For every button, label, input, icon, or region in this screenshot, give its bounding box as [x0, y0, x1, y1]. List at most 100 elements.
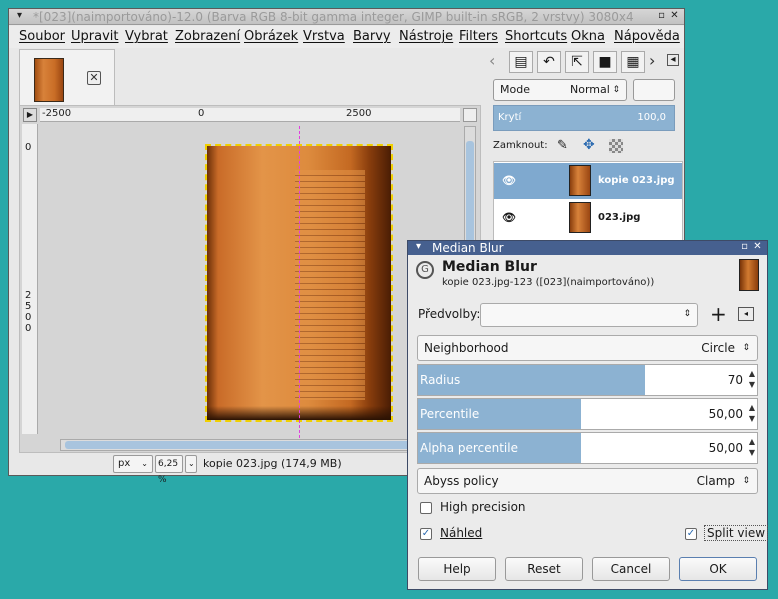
- dock-menu-icon[interactable]: ◂: [667, 54, 679, 66]
- unit-value: px: [118, 458, 131, 469]
- radius-value[interactable]: 70: [728, 373, 743, 387]
- percentile-spinscale[interactable]: Percentile 50,00 ▲ ▼: [417, 398, 758, 430]
- menu-vybrat[interactable]: Vybrat: [125, 29, 168, 44]
- lock-pixels-icon[interactable]: ✎: [557, 138, 568, 153]
- menu-barvy[interactable]: Barvy: [353, 29, 391, 44]
- percentile-label: Percentile: [420, 407, 480, 421]
- neighborhood-value: Circle: [701, 341, 735, 355]
- preset-menu-icon[interactable]: ◂: [738, 307, 754, 321]
- mode-label: Mode: [500, 83, 530, 96]
- chevron-updown-icon: ⇕: [612, 85, 620, 95]
- alpha-percentile-value[interactable]: 50,00: [709, 441, 743, 455]
- checkbox-box[interactable]: ✓: [420, 528, 432, 540]
- spin-arrows-icon[interactable]: ▲ ▼: [749, 436, 755, 458]
- chevron-left-icon[interactable]: ‹: [489, 51, 495, 70]
- layer-thumbnail: [569, 202, 591, 233]
- checkbox-box[interactable]: [420, 502, 432, 514]
- eye-icon[interactable]: 👁: [502, 174, 516, 187]
- image-tab-thumbnail: [34, 58, 64, 102]
- reset-button[interactable]: Reset: [505, 557, 583, 581]
- close-tab-icon[interactable]: ✕: [87, 71, 101, 85]
- menu-upravit[interactable]: Upravit: [71, 29, 118, 44]
- alpha-percentile-spinscale[interactable]: Alpha percentile 50,00 ▲ ▼: [417, 432, 758, 464]
- composite-mode-select[interactable]: [633, 79, 675, 101]
- cancel-button[interactable]: Cancel: [592, 557, 670, 581]
- navigate-icon[interactable]: ▶: [23, 108, 37, 122]
- lock-alpha-icon[interactable]: [609, 139, 623, 153]
- menubar: Soubor Upravit Vybrat Zobrazení Obrázek …: [9, 26, 684, 48]
- add-preset-icon[interactable]: +: [710, 302, 727, 326]
- opacity-label: Krytí: [498, 112, 522, 123]
- spin-arrows-icon[interactable]: ▲ ▼: [749, 368, 755, 390]
- tab-layers[interactable]: ▤: [509, 51, 533, 73]
- window-titlebar[interactable]: ▾ *[023](naimportováno)-12.0 (Barva RGB …: [9, 9, 684, 25]
- menu-zobrazeni[interactable]: Zobrazení: [175, 29, 240, 44]
- book-page-text: [295, 170, 365, 400]
- ruler-label: 0: [25, 312, 32, 323]
- menu-nastroje[interactable]: Nástroje: [399, 29, 453, 44]
- zoom-icon[interactable]: [463, 108, 477, 122]
- opacity-value: 100,0: [637, 112, 666, 123]
- layers-list: 👁 kopie 023.jpg 👁 023.jpg: [493, 161, 683, 245]
- split-view-label: Split view: [703, 525, 769, 541]
- abyss-policy-select[interactable]: Abyss policy Clamp ⇕: [417, 468, 758, 494]
- layer-name: 023.jpg: [598, 212, 641, 223]
- horizontal-ruler[interactable]: -2500 0 2500: [40, 108, 460, 122]
- radius-spinscale[interactable]: Radius 70 ▲ ▼: [417, 364, 758, 396]
- neighborhood-label: Neighborhood: [424, 341, 509, 355]
- maximize-icon[interactable]: ▫: [739, 242, 750, 253]
- abyss-policy-value: Clamp: [696, 474, 735, 488]
- layer-item[interactable]: 👁 023.jpg: [494, 200, 682, 236]
- eye-icon[interactable]: 👁: [502, 211, 516, 224]
- ruler-label: 0: [25, 323, 32, 334]
- help-button[interactable]: Help: [418, 557, 496, 581]
- chevron-right-icon[interactable]: ›: [649, 51, 655, 70]
- spin-arrows-icon[interactable]: ▲ ▼: [749, 402, 755, 424]
- menu-soubor[interactable]: Soubor: [19, 29, 65, 44]
- tab-palette[interactable]: ▦: [621, 51, 645, 73]
- percentile-value[interactable]: 50,00: [709, 407, 743, 421]
- tab-pointer[interactable]: ⇱: [565, 51, 589, 73]
- tab-images[interactable]: ■: [593, 51, 617, 73]
- checkbox-box[interactable]: ✓: [685, 528, 697, 540]
- opacity-slider[interactable]: Krytí 100,0: [493, 105, 675, 131]
- ruler-label: 2: [25, 290, 32, 301]
- zoom-dropdown[interactable]: ⌄: [185, 455, 197, 473]
- layer-item[interactable]: 👁 kopie 023.jpg: [494, 163, 682, 199]
- menu-shortcuts[interactable]: Shortcuts: [505, 29, 567, 44]
- zoom-value: 6,25 %: [158, 459, 179, 485]
- gegl-icon: G: [416, 261, 434, 279]
- maximize-icon[interactable]: ▫: [656, 11, 667, 22]
- tab-undo[interactable]: ↶: [537, 51, 561, 73]
- horizontal-scrollbar[interactable]: [60, 439, 460, 451]
- vertical-ruler[interactable]: 0 2 5 0 0: [22, 124, 38, 434]
- zoom-field[interactable]: 6,25 %: [155, 455, 183, 485]
- menu-vrstva[interactable]: Vrstva: [303, 29, 345, 44]
- menu-obrazek[interactable]: Obrázek: [244, 29, 298, 44]
- neighborhood-select[interactable]: Neighborhood Circle ⇕: [417, 335, 758, 361]
- mode-select[interactable]: Mode Normal ⇕: [493, 79, 627, 101]
- ruler-label: 0: [198, 108, 205, 119]
- ok-button[interactable]: OK: [679, 557, 757, 581]
- unit-select[interactable]: px ⌄: [113, 455, 153, 473]
- window-menu-icon[interactable]: ▾: [14, 11, 25, 22]
- mode-value: Normal: [570, 83, 610, 96]
- presets-select[interactable]: ⇕: [480, 303, 698, 327]
- menu-filters[interactable]: Filters: [459, 29, 498, 44]
- filter-title: Median Blur: [442, 259, 537, 275]
- image-tab[interactable]: ✕: [19, 49, 115, 105]
- close-icon[interactable]: ✕: [752, 242, 763, 253]
- menu-okna[interactable]: Okna: [571, 29, 605, 44]
- close-icon[interactable]: ✕: [669, 11, 680, 22]
- window-menu-icon[interactable]: ▾: [413, 242, 424, 253]
- split-view-guide[interactable]: [299, 126, 300, 438]
- preview-label: Náhled: [440, 526, 483, 540]
- menu-napoveda[interactable]: Nápověda: [614, 29, 680, 44]
- ruler-label: 2500: [346, 108, 372, 119]
- dialog-titlebar[interactable]: ▾ Median Blur ▫ ✕: [408, 241, 767, 255]
- abyss-policy-label: Abyss policy: [424, 474, 499, 488]
- ruler-label: -2500: [42, 108, 72, 119]
- presets-row: Předvolby: ⇕ + ◂: [416, 302, 761, 328]
- lock-position-icon[interactable]: ✥: [583, 137, 595, 153]
- dock-tabs: ‹ ▤ ↶ ⇱ ■ ▦ › ◂: [487, 49, 683, 75]
